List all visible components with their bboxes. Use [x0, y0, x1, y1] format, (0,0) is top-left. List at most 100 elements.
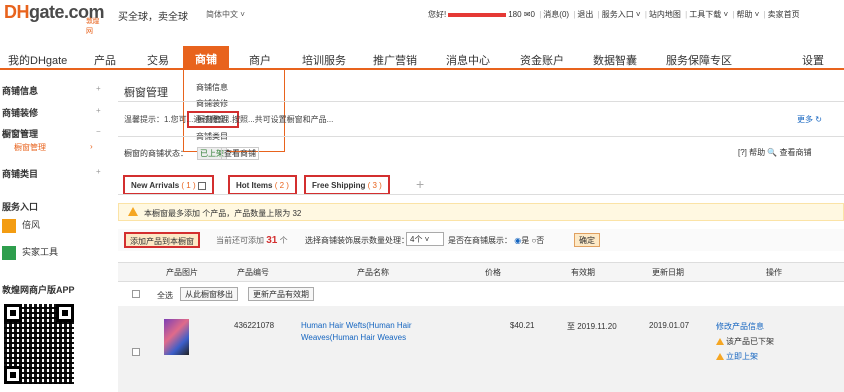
product-id: 436221078: [234, 321, 275, 330]
nav-training[interactable]: 培训服务: [302, 52, 346, 68]
relist-text: 立即上架: [726, 352, 758, 361]
display-count-select[interactable]: 4个 ˅: [406, 232, 444, 246]
select-all-label: 全选: [157, 291, 173, 300]
nav-merchant[interactable]: 商户: [249, 52, 271, 68]
confirm-button[interactable]: 确定: [574, 233, 600, 247]
main-nav: 我的DHgate 产品 交易 商铺 商户 培训服务 推广营销 消息中心 资金账户…: [0, 46, 844, 70]
tab-label: New Arrivals: [131, 181, 180, 190]
tip-more-link[interactable]: 更多 ↻: [797, 114, 822, 125]
dhgate-logo[interactable]: DHgate.com 敦煌网: [4, 2, 105, 35]
sidebar-item-window-manage[interactable]: 橱窗管理 −: [2, 127, 101, 140]
help-links[interactable]: [?] 帮助 🔍 查看商铺: [738, 147, 812, 158]
warning-text: 本橱窗最多添加 个产品，产品数量上限为 32: [144, 209, 302, 218]
collapse-icon[interactable]: −: [96, 127, 101, 136]
update-validity-button[interactable]: 更新产品有效期: [248, 287, 314, 301]
store-dropdown-menu: 商铺信息 商铺装修 橱窗管理 商铺类目: [183, 70, 285, 152]
show-in-store-label: 是否在商铺展示： ◉是 ○否: [448, 235, 544, 246]
expand-icon[interactable]: +: [96, 167, 101, 176]
sidebar-label: 商铺类目: [2, 169, 39, 179]
tab-count: ( 1 ): [181, 181, 196, 190]
tip-text: 温馨提示：1.您可...通过橱窗...按照...共可设置橱窗和产品...: [124, 115, 334, 124]
warning-icon: [716, 353, 724, 361]
radio-no-label: 否: [536, 236, 545, 245]
row-checkbox[interactable]: [132, 348, 140, 356]
beifeng-icon: [2, 218, 16, 233]
sidebar-label: 橱窗管理: [2, 129, 39, 139]
sidebar-label: 商铺信息: [2, 86, 39, 96]
nav-service-zone[interactable]: 服务保障专区: [666, 52, 732, 68]
tools-icon: [2, 245, 16, 260]
sidebar-item-store-decor[interactable]: 商铺装修 +: [2, 106, 101, 119]
edit-product-link[interactable]: 修改产品信息: [716, 321, 764, 332]
nav-trade[interactable]: 交易: [147, 52, 169, 68]
dropdown-item-store-decor[interactable]: 商铺装修: [196, 98, 228, 109]
nav-data[interactable]: 数据智囊: [593, 52, 637, 68]
col-name: 产品名称: [357, 268, 389, 277]
add-tab-icon[interactable]: +: [416, 176, 424, 192]
link-messages[interactable]: 消息: [543, 10, 559, 19]
tab-hot-items[interactable]: Hot Items ( 2 ): [228, 175, 297, 195]
sidebar-item-store-info[interactable]: 商铺信息 +: [2, 84, 101, 97]
message-icon[interactable]: ✉: [524, 10, 531, 19]
link-seller-home[interactable]: 卖家首页: [768, 10, 800, 19]
col-updated: 更新日期: [652, 268, 684, 277]
col-valid: 有效期: [571, 268, 595, 277]
product-updated: 2019.01.07: [649, 321, 690, 330]
warning-icon: [716, 338, 724, 346]
link-sitemap[interactable]: 站内地图: [649, 10, 681, 19]
nav-my-dhgate[interactable]: 我的DHgate: [8, 52, 67, 68]
table-header: [118, 262, 844, 282]
product-thumbnail[interactable]: [164, 319, 189, 355]
tab-new-arrivals[interactable]: New Arrivals ( 1 ): [123, 175, 214, 195]
message-count[interactable]: 0: [531, 10, 535, 19]
link-tools[interactable]: 工具下载 ˅: [689, 10, 728, 19]
service-item-seller-tools[interactable]: 实家工具: [2, 245, 58, 260]
nav-message-center[interactable]: 消息中心: [446, 52, 490, 68]
select-all-checkbox[interactable]: [132, 290, 140, 298]
qr-code: [4, 304, 74, 384]
expand-icon[interactable]: +: [96, 84, 101, 93]
warning-icon: [128, 207, 138, 216]
language-select[interactable]: 简体中文 ˅: [206, 9, 245, 20]
col-price: 价格: [485, 268, 501, 277]
sidebar-item-store-category[interactable]: 商铺类目 +: [2, 167, 101, 180]
expand-icon[interactable]: +: [96, 106, 101, 115]
remove-from-window-button[interactable]: 从此橱窗移出: [180, 287, 238, 301]
col-ops: 操作: [766, 268, 782, 277]
view-store-link[interactable]: 查看商铺: [221, 147, 259, 160]
qr-corner: [4, 304, 22, 322]
nav-promotion[interactable]: 推广营销: [373, 52, 417, 68]
service-label: 实家工具: [22, 247, 59, 257]
nav-products[interactable]: 产品: [94, 52, 116, 68]
link-logout[interactable]: 退出: [577, 10, 593, 19]
remaining-prefix: 当前还可添加: [216, 236, 264, 245]
product-price: $40.21: [510, 321, 535, 330]
relist-link[interactable]: 立即上架: [716, 351, 758, 362]
remaining-info: 当前还可添加 31 个: [216, 235, 288, 246]
product-name-line1[interactable]: Human Hair Wefts(Human Hair: [301, 321, 412, 330]
sidebar-subitem-window[interactable]: 橱窗管理 ›: [14, 142, 93, 153]
sidebar-sub-label: 橱窗管理: [14, 143, 46, 152]
status-label: 橱窗的商铺状态：: [124, 149, 188, 158]
service-item-beifeng[interactable]: 倍风: [2, 218, 40, 233]
col-id: 产品编号: [237, 268, 269, 277]
col-image: 产品图片: [166, 268, 198, 277]
link-help[interactable]: 帮助 ˅: [736, 10, 759, 19]
divider: [118, 136, 844, 137]
messages-count[interactable]: (0): [559, 10, 569, 19]
link-service-entry[interactable]: 服务入口 ˅: [602, 10, 641, 19]
table-row: [118, 306, 844, 392]
tab-count: ( 3 ): [367, 181, 382, 190]
remaining-suffix: 个: [279, 236, 288, 245]
product-name-line2[interactable]: Weaves(Human Hair Weaves: [301, 333, 406, 342]
tab-free-shipping[interactable]: Free Shipping ( 3 ): [304, 175, 390, 195]
page-title: 橱窗管理: [124, 87, 168, 99]
slogan: 买全球，卖全球: [118, 12, 188, 23]
add-product-button[interactable]: 添加产品到本橱窗: [124, 232, 200, 248]
nav-store[interactable]: 商铺: [183, 46, 229, 68]
nav-funds[interactable]: 资金账户: [520, 52, 564, 68]
edit-icon[interactable]: [197, 181, 206, 190]
dropdown-item-store-info[interactable]: 商铺信息: [196, 82, 228, 93]
logo-subtitle: 敦煌网: [86, 18, 100, 35]
nav-settings[interactable]: 设置: [802, 52, 824, 68]
